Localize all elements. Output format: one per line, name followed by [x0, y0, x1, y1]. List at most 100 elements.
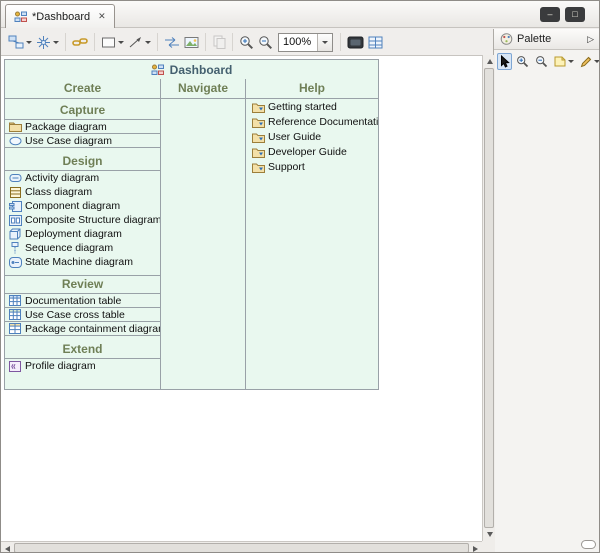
zoom-dropdown-button[interactable]	[317, 34, 332, 51]
item-sequence-diagram[interactable]: Sequence diagram	[5, 241, 160, 255]
item-use-case-diagram[interactable]: Use Case diagram	[5, 134, 160, 148]
activity-diagram-icon	[8, 172, 22, 185]
maximize-button[interactable]: □	[565, 7, 585, 22]
help-folder-icon	[251, 116, 265, 129]
toolbar-separator	[157, 33, 158, 51]
create-diagram-button[interactable]	[6, 33, 34, 52]
arrow-down-icon	[487, 532, 493, 537]
palette-scroll-thumb[interactable]	[581, 540, 596, 549]
item-label: Package containment diagram	[25, 323, 160, 335]
item-user-guide[interactable]: User Guide	[246, 130, 378, 144]
zoom-in-icon	[516, 55, 529, 68]
scroll-left-button[interactable]	[1, 542, 14, 553]
item-use-case-cross-table[interactable]: Use Case cross table	[5, 308, 160, 322]
section-design-header: Design	[5, 153, 160, 171]
minimize-button[interactable]: –	[540, 7, 560, 22]
item-activity-diagram[interactable]: Activity diagram	[5, 171, 160, 185]
zoom-in-icon	[239, 35, 254, 50]
palette-zoom-out-tool[interactable]	[533, 53, 550, 70]
item-getting-started[interactable]: Getting started	[246, 100, 378, 114]
toolbar-separator	[340, 33, 341, 51]
editor-canvas[interactable]: Dashboard Create Capture Package	[1, 55, 482, 541]
connection-arrow-icon	[128, 36, 143, 49]
dropdown-arrow-icon	[145, 41, 151, 44]
chevron-down-icon	[322, 41, 328, 44]
help-folder-icon	[251, 101, 265, 114]
scroll-up-button[interactable]	[483, 55, 496, 68]
item-label: Getting started	[268, 101, 337, 113]
dashboard-tab-icon	[13, 10, 27, 23]
item-component-diagram[interactable]: Component diagram	[5, 199, 160, 213]
item-package-diagram[interactable]: Package diagram	[5, 120, 160, 134]
editor-tab-dashboard[interactable]: *Dashboard ✕	[5, 4, 115, 28]
help-folder-icon	[251, 146, 265, 159]
annotation-tool[interactable]	[578, 54, 600, 70]
item-class-diagram[interactable]: Class diagram	[5, 185, 160, 199]
main-toolbar	[1, 29, 495, 55]
screenshot-button[interactable]	[345, 34, 366, 51]
item-label: Use Case cross table	[25, 309, 125, 321]
copy-button[interactable]	[210, 33, 228, 51]
item-label: Support	[268, 161, 305, 173]
shapes-button[interactable]	[99, 34, 126, 51]
item-documentation-table[interactable]: Documentation table	[5, 294, 160, 308]
item-label: Developer Guide	[268, 146, 347, 158]
screenshot-icon	[347, 36, 364, 49]
create-diagram-icon	[8, 35, 24, 50]
item-state-machine-diagram[interactable]: State Machine diagram	[5, 255, 160, 269]
connections-button[interactable]	[126, 34, 153, 51]
grid-button[interactable]	[366, 34, 385, 51]
item-label: Composite Structure diagram	[25, 214, 160, 226]
item-support[interactable]: Support	[246, 160, 378, 174]
horizontal-scroll-thumb[interactable]	[14, 543, 469, 553]
item-deployment-diagram[interactable]: Deployment diagram	[5, 227, 160, 241]
toolbar-separator	[65, 33, 66, 51]
section-review-header: Review	[5, 275, 160, 294]
scroll-right-button[interactable]	[469, 542, 482, 553]
zoom-level-combo	[278, 33, 333, 52]
toolbar-separator	[205, 33, 206, 51]
vertical-scrollbar[interactable]	[482, 55, 495, 541]
image-icon	[184, 36, 199, 49]
package-diagram-icon	[8, 120, 22, 133]
item-profile-diagram[interactable]: Profile diagram	[5, 359, 160, 373]
item-label: Documentation table	[25, 295, 121, 307]
copy-icon	[212, 35, 226, 49]
transfer-arrows-icon	[164, 36, 180, 49]
deployment-diagram-icon	[8, 228, 22, 241]
dashboard-panel: Dashboard Create Capture Package	[4, 59, 379, 390]
dropdown-arrow-icon	[118, 41, 124, 44]
vertical-scroll-thumb[interactable]	[484, 68, 494, 528]
dropdown-arrow-icon	[568, 60, 574, 63]
note-tool[interactable]	[552, 54, 576, 69]
component-diagram-icon	[8, 200, 22, 213]
item-reference-documentation[interactable]: Reference Documentation	[246, 115, 378, 129]
zoom-out-icon	[258, 35, 273, 50]
palette-toolbar	[494, 50, 599, 73]
image-export-button[interactable]	[182, 34, 201, 51]
palette-title: Palette	[517, 33, 551, 45]
toolbar-separator	[94, 33, 95, 51]
horizontal-scrollbar[interactable]	[1, 541, 482, 553]
select-tool[interactable]	[497, 53, 512, 70]
item-composite-structure-diagram[interactable]: Composite Structure diagram	[5, 213, 160, 227]
arrow-left-icon	[5, 546, 10, 552]
tab-close-icon[interactable]: ✕	[98, 11, 106, 22]
palette-zoom-in-tool[interactable]	[514, 53, 531, 70]
palette-header[interactable]: Palette ▷	[494, 29, 599, 50]
transfer-button[interactable]	[162, 34, 182, 51]
routing-style-button[interactable]	[34, 33, 61, 52]
scroll-down-button[interactable]	[483, 528, 496, 541]
zoom-level-input[interactable]	[279, 34, 317, 50]
item-label: Package diagram	[25, 121, 107, 133]
item-package-containment-diagram[interactable]: Package containment diagram	[5, 322, 160, 336]
column-create: Create Capture Package diagram	[5, 79, 161, 389]
pencil-icon	[580, 56, 592, 68]
use-case-diagram-icon	[8, 134, 22, 147]
link-button[interactable]	[70, 33, 90, 51]
editor-tabbar: *Dashboard ✕ – □	[1, 1, 599, 28]
zoom-out-button[interactable]	[256, 33, 275, 52]
palette-expand-arrow-icon[interactable]: ▷	[587, 34, 594, 45]
item-developer-guide[interactable]: Developer Guide	[246, 145, 378, 159]
zoom-in-button[interactable]	[237, 33, 256, 52]
